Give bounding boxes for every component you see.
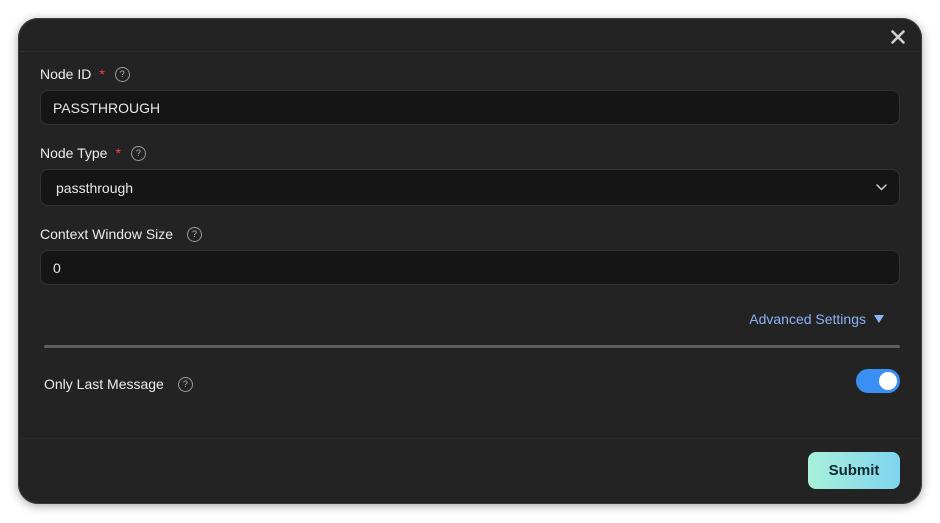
modal-header bbox=[18, 18, 922, 52]
context-window-value: 0 bbox=[53, 259, 61, 276]
context-window-label: Context Window Size ? bbox=[40, 226, 203, 242]
only-last-message-label-text: Only Last Message bbox=[44, 376, 164, 392]
help-icon[interactable]: ? bbox=[114, 66, 130, 82]
node-id-label: Node ID * ? bbox=[40, 66, 130, 82]
node-id-input[interactable]: PASSTHROUGH bbox=[40, 90, 900, 125]
help-icon[interactable]: ? bbox=[177, 376, 193, 392]
context-window-input[interactable]: 0 bbox=[40, 250, 900, 285]
help-icon[interactable]: ? bbox=[130, 145, 146, 161]
close-icon bbox=[891, 30, 905, 44]
chevron-down-icon bbox=[876, 184, 887, 191]
close-button[interactable] bbox=[888, 27, 908, 47]
section-divider bbox=[44, 345, 900, 348]
advanced-settings-toggle[interactable]: Advanced Settings bbox=[749, 311, 884, 327]
node-id-value: PASSTHROUGH bbox=[53, 99, 161, 116]
node-id-label-text: Node ID bbox=[40, 66, 92, 82]
help-icon[interactable]: ? bbox=[187, 226, 203, 242]
node-type-select[interactable]: passthrough bbox=[40, 169, 900, 206]
submit-button[interactable]: Submit bbox=[808, 452, 900, 489]
node-type-label-text: Node Type bbox=[40, 145, 108, 161]
only-last-message-label: Only Last Message ? bbox=[44, 376, 193, 392]
only-last-message-switch[interactable] bbox=[856, 369, 900, 393]
required-mark: * bbox=[99, 66, 105, 82]
node-type-value: passthrough bbox=[56, 179, 134, 196]
node-type-label: Node Type * ? bbox=[40, 145, 146, 161]
context-window-label-text: Context Window Size bbox=[40, 226, 174, 242]
required-mark: * bbox=[115, 145, 121, 161]
advanced-settings-label: Advanced Settings bbox=[749, 311, 866, 327]
node-config-modal: Node ID * ? PASSTHROUGH Node Type * ? pa… bbox=[18, 18, 922, 504]
footer-divider bbox=[18, 438, 922, 439]
switch-knob bbox=[879, 372, 897, 390]
triangle-down-icon bbox=[874, 315, 884, 323]
